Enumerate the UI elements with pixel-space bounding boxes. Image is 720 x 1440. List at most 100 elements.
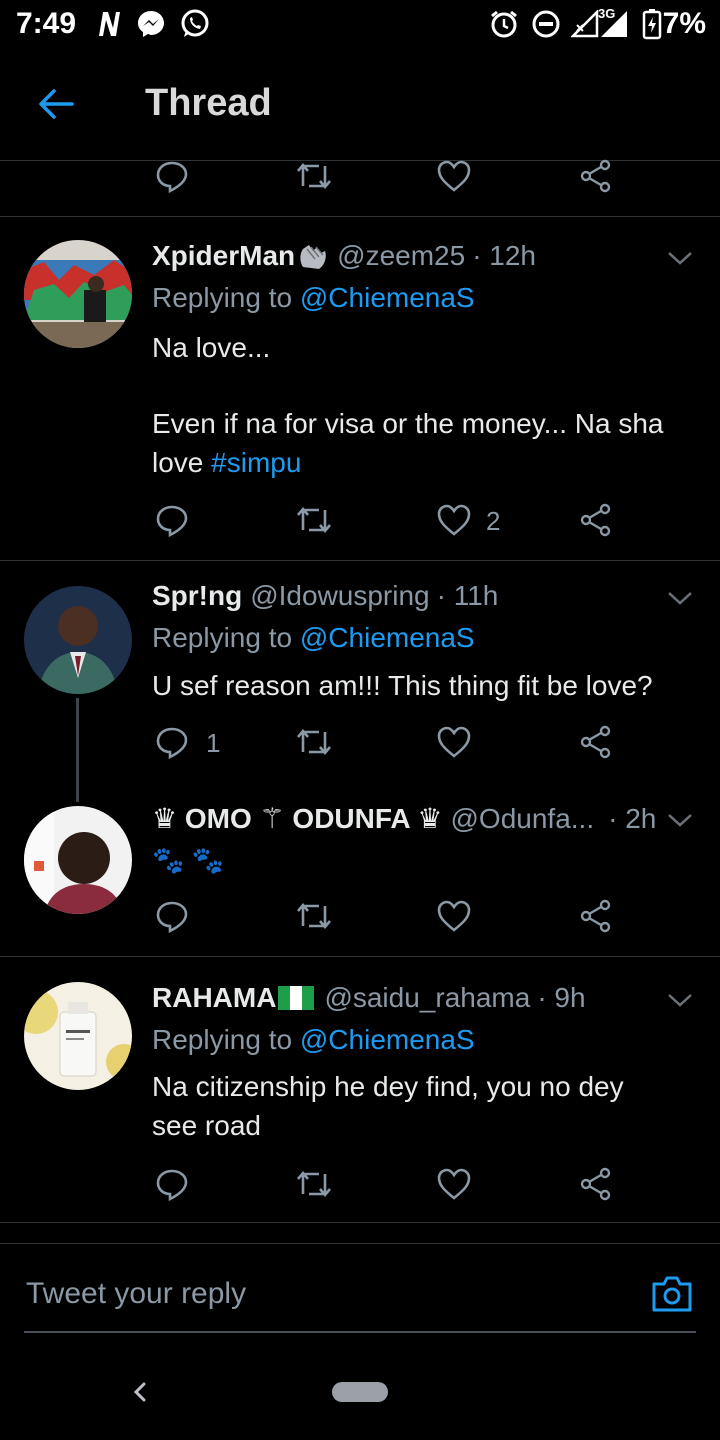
reply-bar-divider [0,1243,720,1244]
hashtag-link[interactable]: #simpu [211,447,301,478]
status-time: 7:49 [16,7,77,40]
alarm-icon [488,8,520,40]
retweet-button[interactable] [294,896,334,936]
share-icon [580,899,611,933]
author-name[interactable]: ♛ OMO ⚚ ODUNFA ♛ [152,802,443,835]
like-count: 2 [486,506,501,536]
heart-icon [437,504,471,536]
share-button[interactable] [576,500,616,540]
tweet-author-line: ♛ OMO ⚚ ODUNFA ♛ @Odunfa... · 2h [152,802,656,835]
author-handle[interactable]: @zeem25 [337,240,465,272]
thread-connector-line [76,698,79,802]
comment-icon [156,901,188,933]
avatar[interactable] [24,806,132,914]
replying-prefix: Replying to [152,1024,300,1055]
tweet-text: U sef reason am!!! This thing fit be lov… [152,670,653,701]
reply-input[interactable] [24,1260,648,1328]
tweet-time: · 12h [472,240,537,271]
like-button[interactable] [434,500,474,540]
retweet-icon [297,506,331,534]
reply-button[interactable] [152,500,192,540]
reply-button[interactable] [152,722,192,762]
like-button[interactable] [434,156,474,196]
replying-to-line: Replying to @ChiemenaS [152,1024,475,1056]
do-not-disturb-icon [530,8,562,40]
tweet-time: · 11h [436,580,499,611]
thread-header: Thread [0,48,720,161]
like-button[interactable] [434,896,474,936]
author-name[interactable]: XpiderMan [152,240,295,272]
retweet-icon [297,902,331,930]
avatar[interactable] [24,982,132,1090]
retweet-icon [297,162,331,190]
retweet-button[interactable] [294,1164,334,1204]
retweet-button[interactable] [294,722,334,762]
heart-icon [437,160,471,192]
camera-icon[interactable] [650,1274,694,1314]
heart-icon [437,1168,471,1200]
status-bar: 7:49 3G 7% [0,0,720,48]
divider [0,956,720,957]
like-button[interactable] [434,722,474,762]
tweet-text: 🐾 🐾 [152,845,224,875]
mention-link[interactable]: @ChiemenaS [300,622,475,653]
tweet-text: love [152,447,212,478]
replying-prefix: Replying to [152,622,300,653]
reply-count: 1 [206,728,221,758]
tweet-time: · 2h [608,802,657,834]
reply-button[interactable] [152,896,192,936]
nigeria-flag-icon [278,986,315,1010]
comment-icon [156,161,188,193]
share-button[interactable] [576,1164,616,1204]
share-button[interactable] [576,156,616,196]
author-handle[interactable]: @saidu_rahama [324,982,530,1014]
back-button[interactable] [28,80,84,128]
author-handle[interactable]: @Odunfa... [451,803,595,835]
comment-icon [156,505,188,537]
heart-icon [437,726,471,758]
retweet-button[interactable] [294,500,334,540]
messenger-icon [134,8,168,40]
tweet-author-line: Spr!ng @Idowuspring · 11h [152,580,498,612]
replying-to-line: Replying to @ChiemenaS [152,282,475,314]
chevron-down-icon[interactable] [664,582,696,614]
author-name[interactable]: Spr!ng [152,580,242,612]
tweet-text: see road [152,1110,261,1141]
tweet-text-line: love #simpu [152,443,702,482]
share-icon [580,159,611,193]
like-button[interactable] [434,1164,474,1204]
retweet-icon [297,1170,331,1198]
author-handle[interactable]: @Idowuspring [250,580,429,612]
retweet-icon [297,728,331,756]
mention-link[interactable]: @ChiemenaS [300,1024,475,1055]
tweet-time: · 9h [537,982,586,1013]
arrow-left-icon [39,89,74,119]
share-button[interactable] [576,722,616,762]
chevron-down-icon[interactable] [664,242,696,274]
whatsapp-icon [178,8,212,40]
mention-link[interactable]: @ChiemenaS [300,282,475,313]
tweet-text: Na love... [152,332,271,363]
avatar[interactable] [24,240,132,348]
chevron-down-icon[interactable] [664,984,696,1016]
share-icon [580,503,611,537]
home-gesture-pill[interactable] [332,1382,388,1402]
reply-button[interactable] [152,156,192,196]
share-icon [580,1167,611,1201]
nav-back-icon[interactable] [124,1372,156,1412]
waving-hand-icon [297,241,331,271]
share-icon [580,725,611,759]
heart-icon [437,900,471,932]
author-name[interactable]: RAHAMA [152,982,276,1014]
share-button[interactable] [576,896,616,936]
battery-charging-icon [640,8,664,40]
chevron-down-icon[interactable] [664,804,696,836]
retweet-button[interactable] [294,156,334,196]
tweet-author-line: XpiderMan @zeem25 · 12h [152,240,536,272]
tweet-text: Na citizenship he dey find, you no dey [152,1071,624,1102]
replying-to-line: Replying to @ChiemenaS [152,622,475,654]
divider [0,216,720,217]
avatar[interactable] [24,586,132,694]
reply-button[interactable] [152,1164,192,1204]
divider [0,1222,720,1223]
